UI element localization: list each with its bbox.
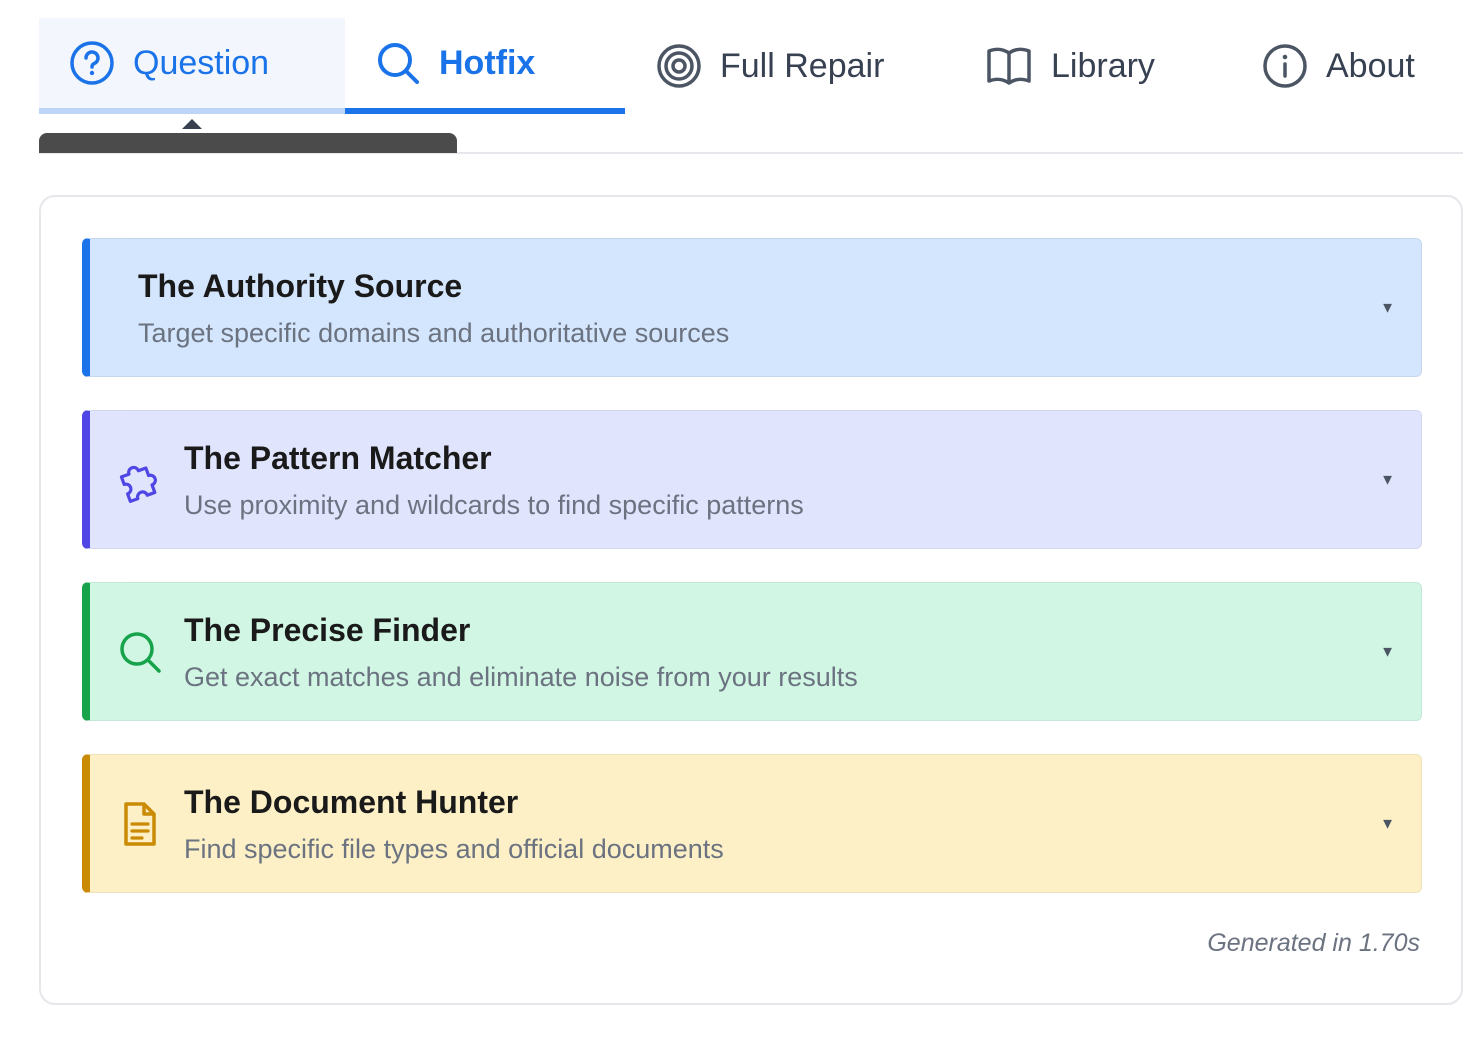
- tab-hotfix-label: Hotfix: [439, 43, 536, 82]
- search-icon: [116, 629, 164, 675]
- strategy-text: The Document Hunter Find specific file t…: [184, 782, 724, 866]
- tooltip-arrow: [182, 119, 202, 129]
- strategy-card-authority-source[interactable]: The Authority Source Target specific dom…: [82, 238, 1422, 377]
- strategy-description: Get exact matches and eliminate noise fr…: [184, 661, 858, 692]
- strategy-text: The Precise Finder Get exact matches and…: [184, 610, 858, 694]
- expand-caret-icon[interactable]: ▼: [1380, 299, 1395, 316]
- tab-hotfix[interactable]: Hotfix: [345, 18, 625, 114]
- strategy-description: Target specific domains and authoritativ…: [138, 317, 730, 348]
- generated-time-note: Generated in 1.70s: [1207, 929, 1420, 957]
- question-circle-icon: [70, 41, 114, 85]
- expand-caret-icon[interactable]: ▼: [1380, 471, 1395, 488]
- strategy-card-document-hunter[interactable]: The Document Hunter Find specific file t…: [82, 754, 1422, 893]
- tab-bar: Question Hotfix Full Repair Library Abou…: [39, 18, 1463, 154]
- book-icon: [987, 47, 1031, 85]
- expand-caret-icon[interactable]: ▼: [1380, 815, 1395, 832]
- strategy-title: The Precise Finder: [184, 611, 471, 648]
- tab-full-repair[interactable]: Full Repair: [656, 18, 916, 114]
- expand-caret-icon[interactable]: ▼: [1380, 643, 1395, 660]
- tab-question[interactable]: Question: [39, 18, 345, 114]
- strategy-text: The Authority Source Target specific dom…: [138, 266, 729, 350]
- strategy-title: The Document Hunter: [184, 783, 519, 820]
- tab-about-label: About: [1326, 46, 1415, 85]
- tab-library-label: Library: [1051, 46, 1155, 85]
- strategy-description: Use proximity and wildcards to find spec…: [184, 489, 804, 520]
- strategy-title: The Authority Source: [138, 267, 463, 304]
- strategy-card-pattern-matcher[interactable]: The Pattern Matcher Use proximity and wi…: [82, 410, 1422, 549]
- search-icon: [378, 43, 419, 84]
- tab-about[interactable]: About: [1262, 18, 1462, 114]
- strategies-panel: The Authority Source Target specific dom…: [39, 195, 1463, 1005]
- document-icon: [116, 800, 164, 848]
- tab-full-repair-label: Full Repair: [720, 46, 885, 85]
- tooltip: [39, 133, 457, 153]
- puzzle-icon: [116, 456, 164, 504]
- tab-question-label: Question: [133, 43, 270, 82]
- strategy-card-precise-finder[interactable]: The Precise Finder Get exact matches and…: [82, 582, 1422, 721]
- info-icon: [1263, 44, 1307, 88]
- target-icon: [657, 44, 701, 88]
- strategy-title: The Pattern Matcher: [184, 439, 492, 476]
- strategy-text: The Pattern Matcher Use proximity and wi…: [184, 438, 804, 522]
- tab-library[interactable]: Library: [985, 18, 1185, 114]
- strategy-description: Find specific file types and official do…: [184, 833, 724, 864]
